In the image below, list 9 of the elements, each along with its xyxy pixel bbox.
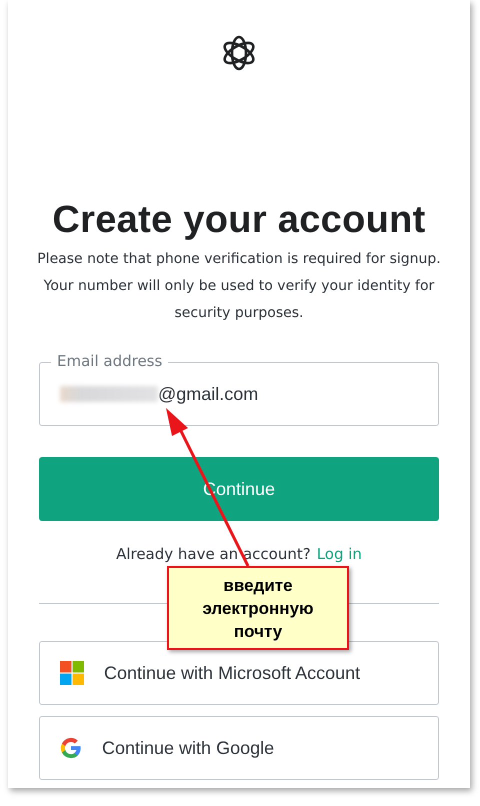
page-title: Create your account [52,199,426,242]
g-logo-icon [60,737,82,759]
notice-text: Please note that phone verification is required for signup. Your number will only be used to verify your identity for security purposes. [36,250,442,323]
annotation-callout: введите электронную почту [167,566,349,650]
field-value: @gmail.com [158,384,258,404]
four-squares-icon [60,661,84,685]
login-prompt: Already have an account? [116,545,311,563]
provider-button[interactable]: Continue with Google [39,716,439,780]
provider-button[interactable]: Continue with Microsoft Account [39,641,439,705]
